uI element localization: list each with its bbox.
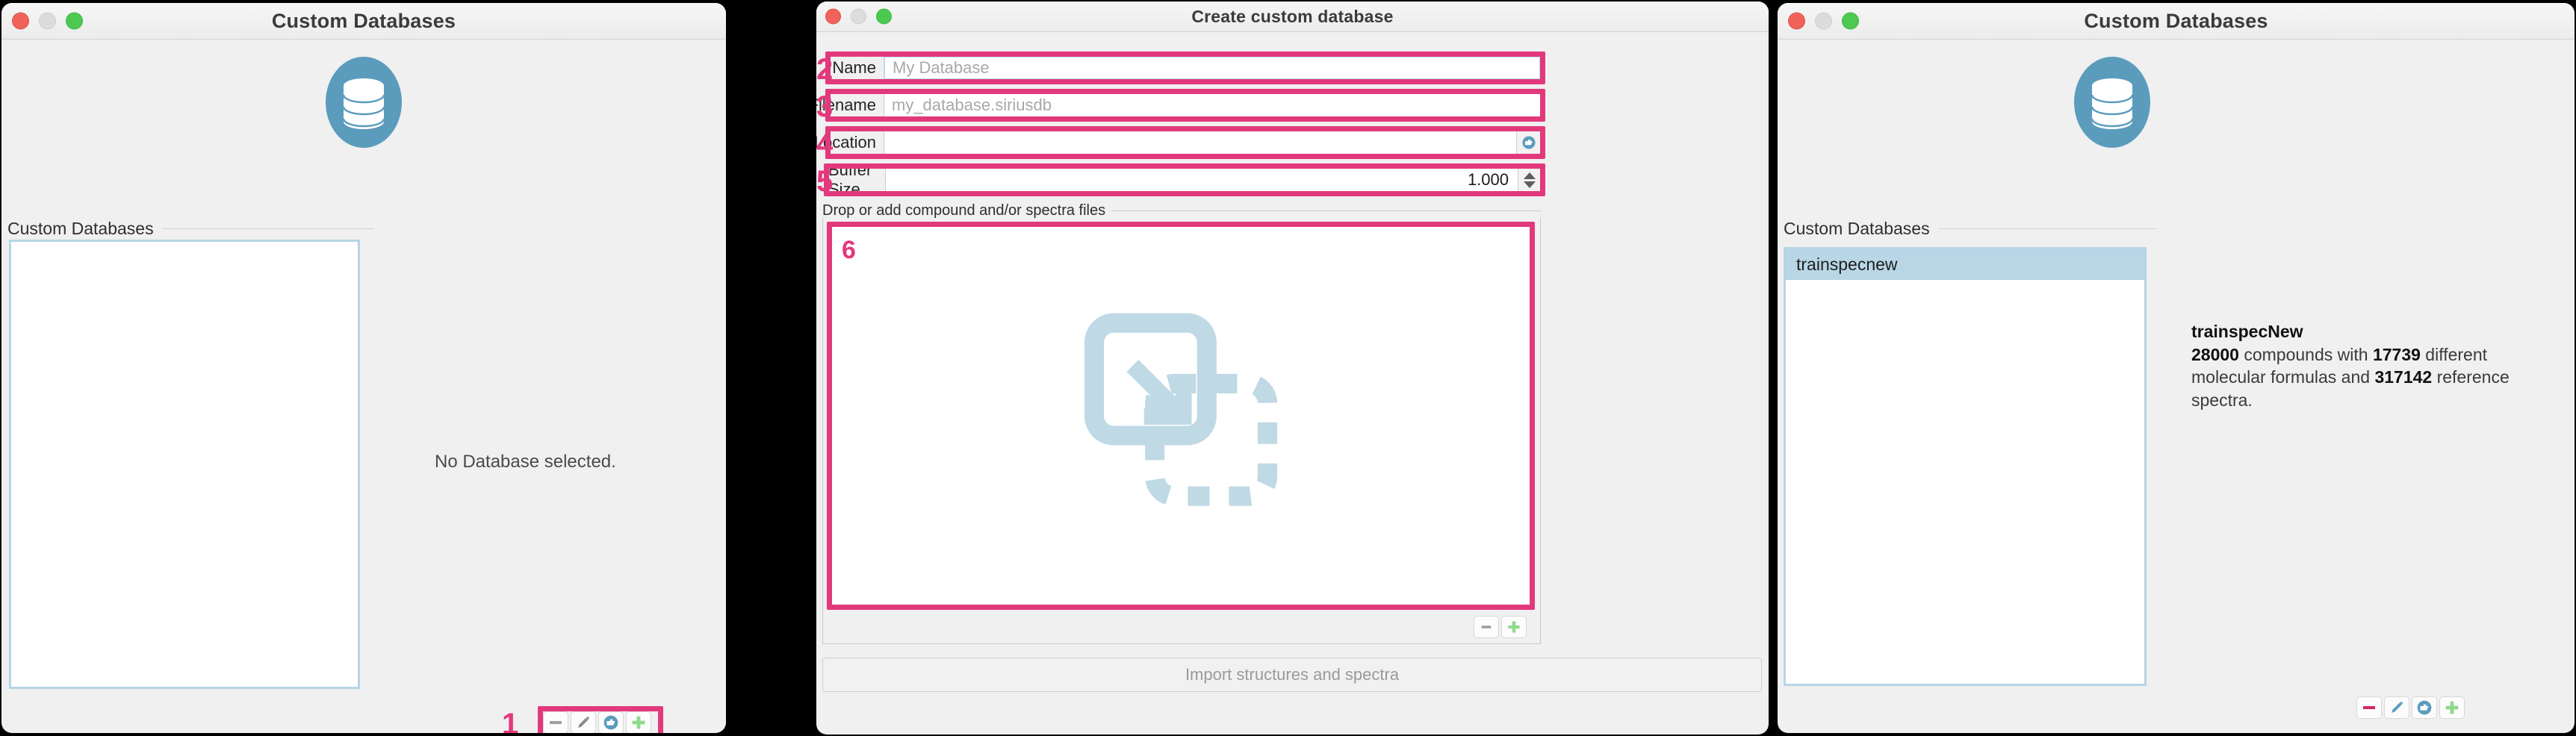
minimize-button[interactable] <box>1815 12 1832 30</box>
group-header-rule <box>162 228 373 229</box>
drop-group-header: Drop or add compound and/or spectra file… <box>822 202 1541 219</box>
group-header-label: Custom Databases <box>1784 219 1930 238</box>
filename-input-placeholder: my_database.siriusdb <box>892 96 1052 114</box>
remove-file-button[interactable] <box>1474 616 1499 638</box>
window-body-left: Custom Databases No Database selected. 1 <box>1 40 726 733</box>
remove-database-button[interactable] <box>2356 696 2382 719</box>
maximize-button[interactable] <box>1842 12 1859 30</box>
name-input-placeholder: My Database <box>893 58 990 77</box>
annotation-number-5: 5 <box>816 165 834 198</box>
name-field-label: Name <box>830 56 884 80</box>
traffic-lights-middle[interactable] <box>825 8 892 25</box>
window-title-left: Custom Databases <box>271 9 456 32</box>
close-button[interactable] <box>825 8 841 25</box>
compound-count: 28000 <box>2191 344 2239 364</box>
database-details-text: 28000 compounds with 17739 different mol… <box>2191 345 2510 410</box>
custom-databases-list-left[interactable] <box>9 240 360 689</box>
buffer-size-field-row[interactable]: Buffer Size 1.000 <box>828 160 1541 199</box>
minimize-button[interactable] <box>39 12 56 30</box>
titlebar-middle: Create custom database <box>816 1 1769 32</box>
custom-databases-window-right[interactable]: Custom Databases Custom Databases trains… <box>1778 3 2575 733</box>
add-file-button[interactable] <box>1501 616 1527 638</box>
annotation-number-1: 1 <box>502 708 519 733</box>
close-button[interactable] <box>12 12 29 30</box>
titlebar-right: Custom Databases <box>1778 3 2575 40</box>
database-toolbar-right[interactable] <box>2356 696 2465 719</box>
open-database-button[interactable] <box>598 711 624 733</box>
traffic-lights-left[interactable] <box>12 12 83 30</box>
import-structures-and-spectra-button[interactable]: Import structures and spectra <box>822 658 1762 692</box>
database-details-panel: trainspecNew 28000 compounds with 17739 … <box>2191 320 2542 411</box>
file-toolbar[interactable] <box>1474 616 1527 638</box>
formula-count: 17739 <box>2372 344 2421 364</box>
open-database-button[interactable] <box>2412 696 2437 719</box>
location-field-row[interactable]: Location <box>816 131 1541 155</box>
browse-location-button[interactable] <box>1517 131 1541 155</box>
filename-field-label: Filename <box>816 93 884 117</box>
group-header-left: Custom Databases <box>7 219 373 239</box>
list-item[interactable]: trainspecnew <box>1786 249 2144 280</box>
maximize-button[interactable] <box>876 8 892 25</box>
group-header-rule <box>1938 228 2157 229</box>
add-database-button[interactable] <box>626 711 651 733</box>
database-stack-icon <box>308 56 420 149</box>
edit-database-button[interactable] <box>571 711 596 733</box>
spectra-count: 317142 <box>2374 367 2433 387</box>
file-drop-zone[interactable] <box>830 225 1532 607</box>
stepper-up-icon[interactable] <box>1523 172 1536 179</box>
traffic-lights-right[interactable] <box>1788 12 1859 30</box>
buffer-size-value: 1.000 <box>1467 170 1509 189</box>
create-custom-database-dialog[interactable]: Create custom database Name My Database … <box>816 1 1769 735</box>
stepper-down-icon[interactable] <box>1523 181 1536 188</box>
annotation-number-4: 4 <box>816 128 834 160</box>
filename-input[interactable]: my_database.siriusdb <box>884 93 1541 117</box>
custom-databases-window-left[interactable]: Custom Databases Custom Databases No Dat… <box>1 3 726 733</box>
group-header-label: Custom Databases <box>7 219 154 238</box>
annotation-number-3: 3 <box>816 90 834 123</box>
drag-and-drop-import-icon <box>1073 306 1289 526</box>
database-stack-icon <box>2056 56 2168 149</box>
window-title-right: Custom Databases <box>2084 9 2268 32</box>
database-toolbar-left[interactable] <box>543 711 651 733</box>
window-body-middle: Name My Database 2 Filename my_database.… <box>816 32 1769 735</box>
database-details-title: trainspecNew <box>2191 322 2303 341</box>
name-input[interactable]: My Database <box>884 56 1541 80</box>
name-field-row[interactable]: Name My Database <box>830 56 1541 80</box>
minimize-button[interactable] <box>851 8 866 25</box>
maximize-button[interactable] <box>66 12 83 30</box>
add-database-button[interactable] <box>2439 696 2465 719</box>
compound-text: compounds with <box>2238 344 2373 364</box>
titlebar-left: Custom Databases <box>1 3 726 40</box>
location-input[interactable] <box>884 131 1517 155</box>
remove-database-button[interactable] <box>543 711 568 733</box>
annotation-number-6: 6 <box>842 236 856 264</box>
close-button[interactable] <box>1788 12 1805 30</box>
edit-database-button[interactable] <box>2384 696 2409 719</box>
buffer-size-field-label: Buffer Size <box>828 160 885 199</box>
custom-databases-list-right[interactable]: trainspecnew <box>1784 247 2147 686</box>
window-body-right: Custom Databases trainspecnew trainspecN… <box>1778 40 2575 733</box>
drop-group-rule <box>1111 210 1541 211</box>
buffer-size-input[interactable]: 1.000 <box>885 168 1518 192</box>
filename-field-row[interactable]: Filename my_database.siriusdb <box>816 93 1541 117</box>
annotation-number-2: 2 <box>816 53 834 86</box>
group-header-right: Custom Databases <box>1784 219 2157 239</box>
location-field-label: Location <box>816 131 884 155</box>
window-title-middle: Create custom database <box>1191 6 1394 26</box>
no-database-selected-message: No Database selected. <box>435 452 616 472</box>
buffer-size-stepper[interactable] <box>1518 168 1541 192</box>
